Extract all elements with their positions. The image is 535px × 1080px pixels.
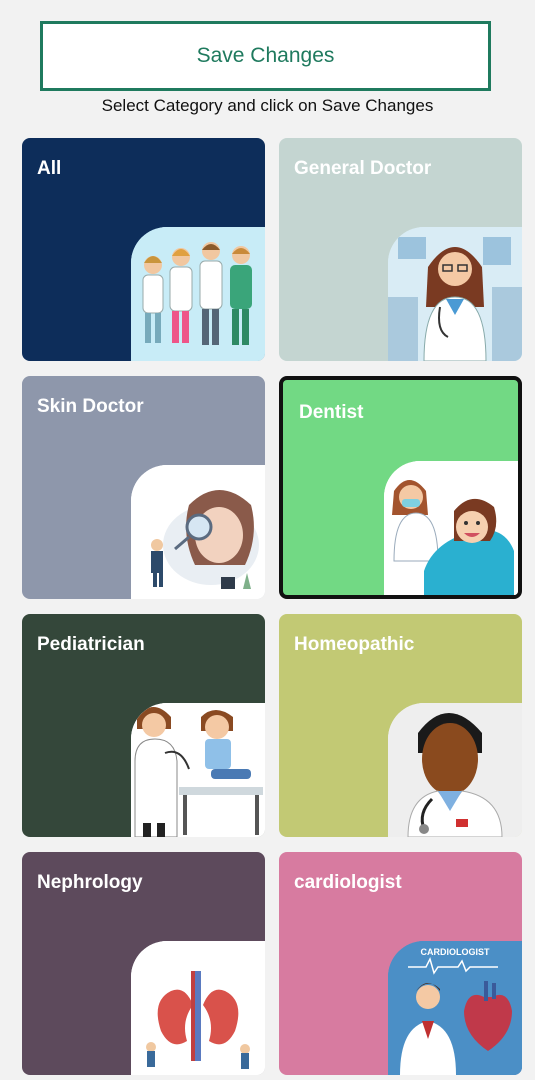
instruction-text: Select Category and click on Save Change… [101,96,434,115]
kidney-icon [131,941,265,1075]
dentist-with-child-icon [384,461,518,595]
category-card-dentist[interactable]: Dentist [279,376,522,599]
category-label: General Doctor [294,158,432,179]
category-card-pediatrician[interactable]: Pediatrician [22,614,265,837]
doctor-stethoscope-icon [388,703,522,837]
female-doctor-icon [388,227,522,361]
category-card-homeopathic[interactable]: Homeopathic [279,614,522,837]
save-changes-button[interactable]: Save Changes [40,21,491,91]
category-card-general-doctor[interactable]: General Doctor [279,138,522,361]
group-of-doctors-icon [131,227,265,361]
category-label: Homeopathic [294,634,415,655]
poster-title: CARDIOLOGIST [421,947,491,957]
category-label: Nephrology [37,872,143,893]
category-card-nephrology[interactable]: Nephrology [22,852,265,1075]
category-label: Pediatrician [37,634,145,655]
category-card-skin-doctor[interactable]: Skin Doctor [22,376,265,599]
heart-icon: CARDIOLOGIST [388,941,522,1075]
category-label: All [37,158,62,179]
category-label: Dentist [299,402,364,423]
category-label: cardiologist [294,872,402,893]
category-card-all[interactable]: All [22,138,265,361]
pediatrician-with-child-icon [131,703,265,837]
skin-exam-icon [131,465,265,599]
category-card-cardiologist[interactable]: cardiologist CARDIOLOGIST [279,852,522,1075]
category-label: Skin Doctor [37,396,144,417]
